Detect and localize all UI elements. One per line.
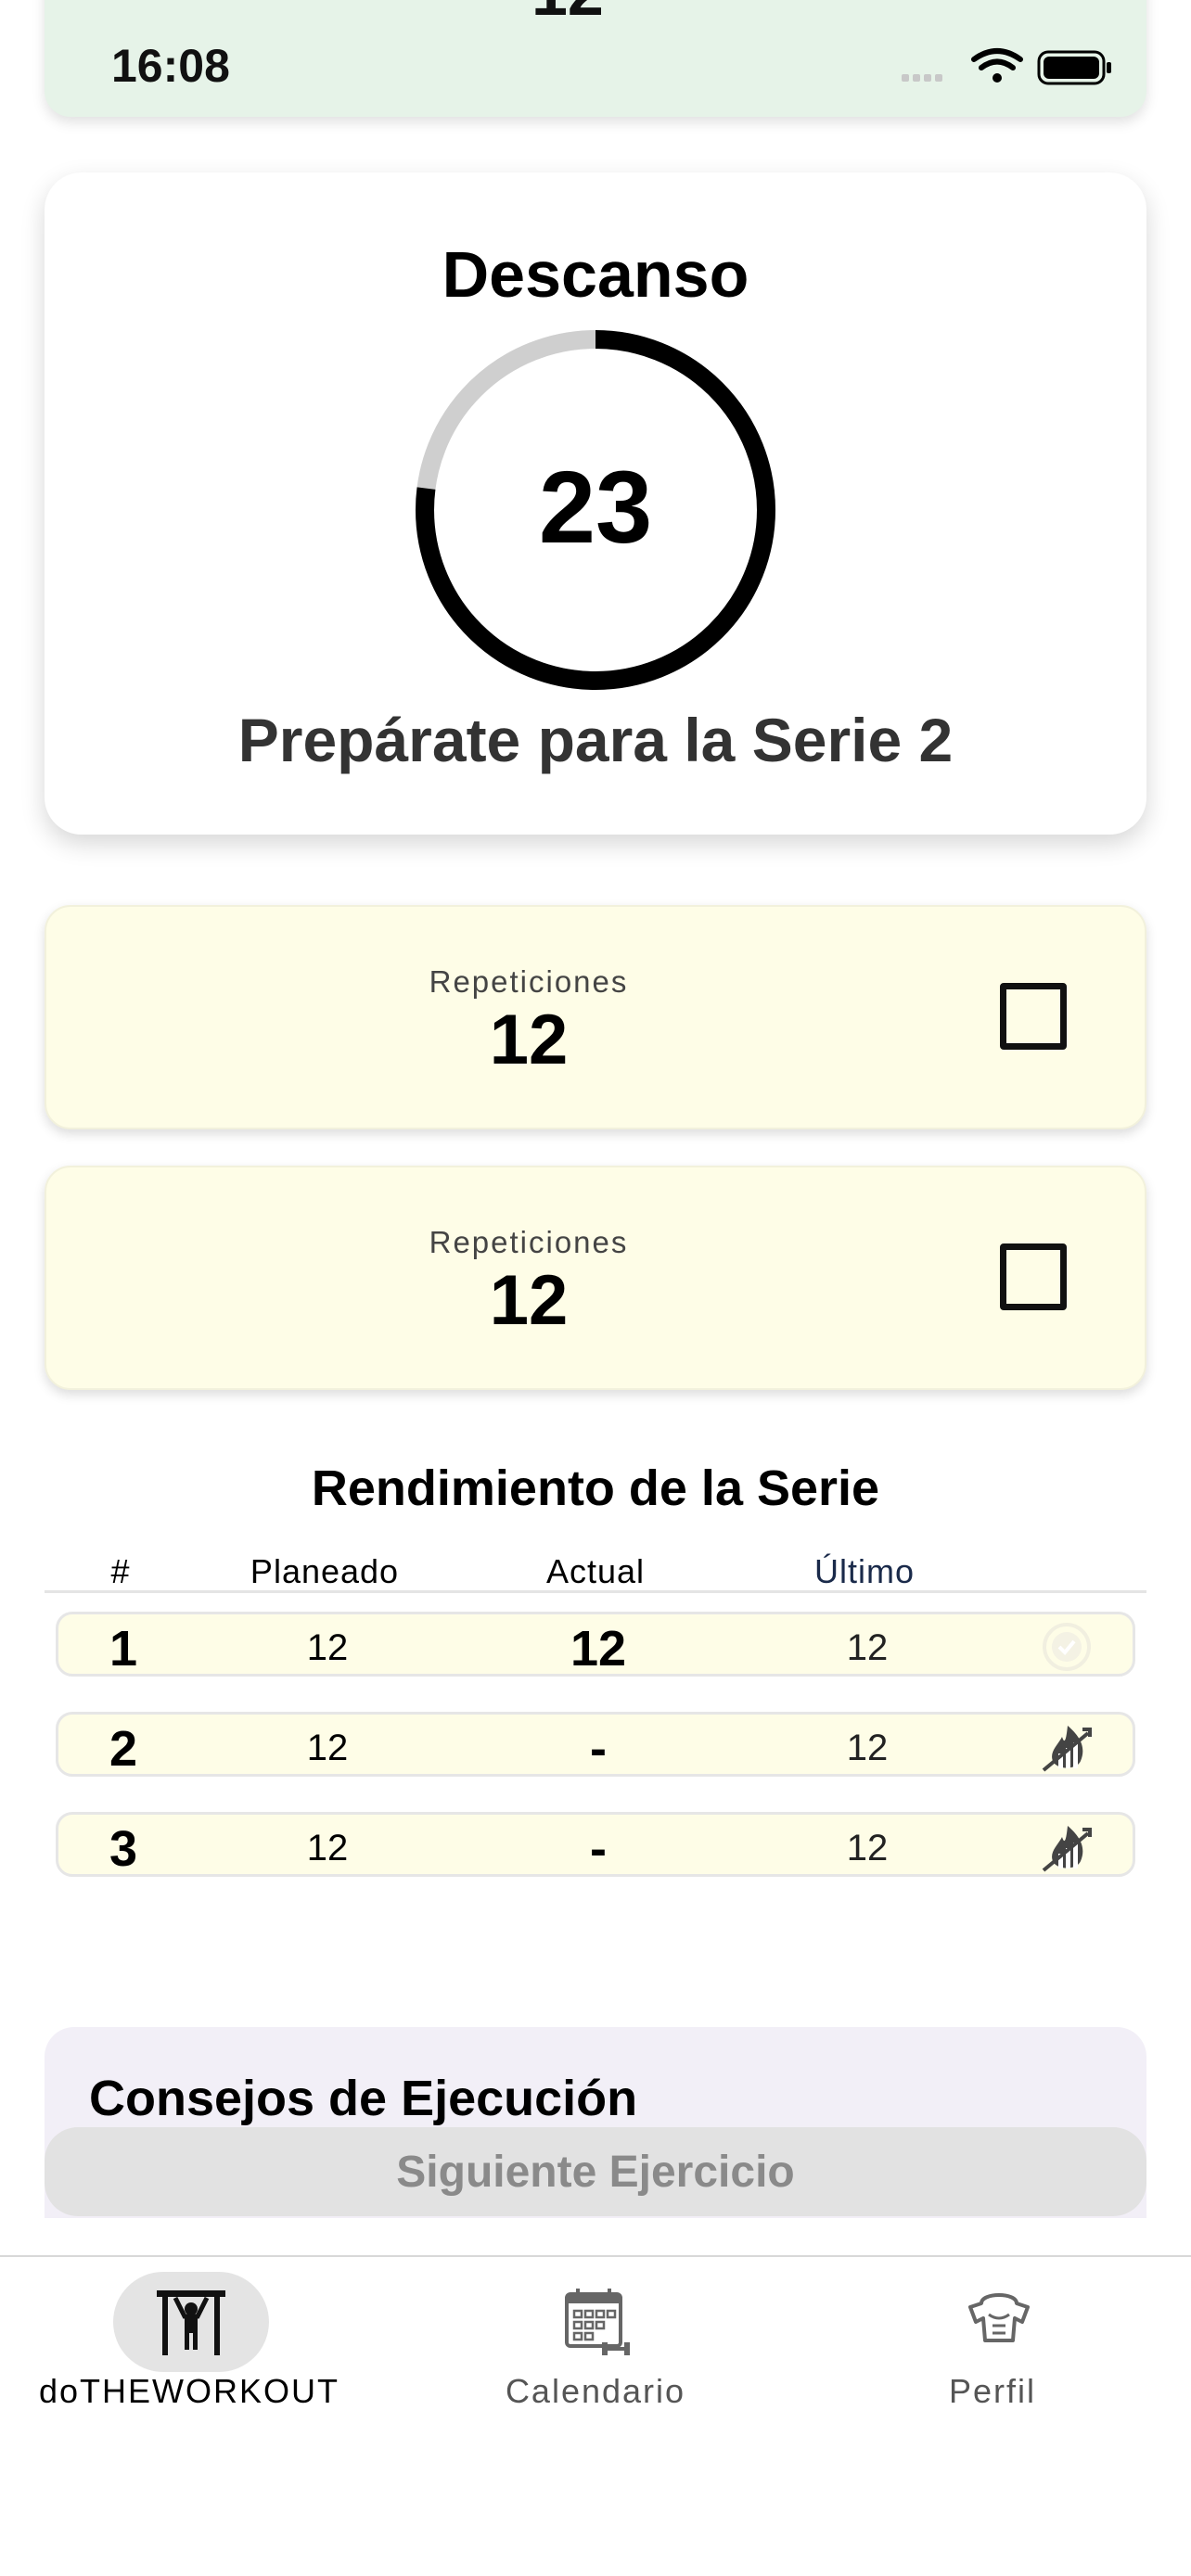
set-card[interactable]: Repeticiones 12 [45,1166,1146,1390]
header-num: # [110,1552,131,1590]
muscle-torso-icon [968,2293,1030,2342]
flame-chart-icon [1042,1826,1092,1872]
performance-table-header: # Planeado Actual Último [45,1547,1146,1593]
set-label: Repeticiones [429,964,629,999]
row-actual: - [590,1721,607,1777]
set-card[interactable]: Repeticiones 12 [45,905,1146,1129]
scroll-mask [0,2218,1191,2255]
rest-subtitle: Prepárate para la Serie 2 [237,706,954,774]
flame-chart-icon [1042,1726,1092,1772]
row-planned: 12 [306,1828,349,1868]
row-num: 2 [109,1721,138,1777]
header-actual: Actual [545,1552,646,1590]
tips-title: Consejos de Ejecución [89,2071,638,2126]
row-num: 1 [109,1621,138,1677]
battery-icon [1037,50,1111,85]
tab-label: doTHEWORKOUT [38,2372,340,2410]
table-row: 1 12 12 12 [56,1612,1135,1677]
row-planned: 12 [306,1728,349,1768]
set-complete-checkbox[interactable] [1000,983,1067,1050]
row-last: 12 [846,1828,889,1868]
signal-dots-icon [902,74,942,82]
pullup-bar-icon [157,2290,225,2355]
set-complete-checkbox[interactable] [1000,1243,1067,1310]
set-reps-value: 12 [489,1001,569,1079]
calendar-dumbbell-icon [565,2289,630,2355]
tab-calendar[interactable]: Calendario [397,2257,794,2442]
table-row: 2 12 - 12 [56,1712,1135,1777]
bottom-tab-bar: doTHEWORKOUT Calendario Perfil [0,2255,1191,2576]
row-num: 3 [109,1821,138,1877]
wifi-icon [971,48,1023,70]
row-last: 12 [846,1627,889,1668]
set-label: Repeticiones [429,1225,629,1259]
rest-countdown: 23 [538,451,653,565]
previous-set-reps: 12 [531,0,604,30]
performance-title: Rendimiento de la Serie [311,1460,880,1516]
tab-label: Perfil [948,2372,1037,2410]
row-last: 12 [846,1728,889,1768]
rest-timer-card: Descanso 23 Prepárate para la Serie 2 [45,172,1146,835]
status-bar-icons [902,48,1111,85]
status-bar-time: 16:08 [111,40,230,92]
tab-profile[interactable]: Perfil [794,2257,1191,2442]
header-planned: Planeado [250,1552,400,1590]
row-actual: - [590,1821,607,1877]
table-row: 3 12 - 12 [56,1812,1135,1877]
row-actual: 12 [570,1621,627,1677]
check-circle-icon [1043,1623,1091,1671]
row-planned: 12 [306,1627,349,1668]
tab-workout[interactable]: doTHEWORKOUT [0,2257,397,2442]
rest-title: Descanso [442,238,749,311]
tab-label: Calendario [505,2372,686,2410]
set-reps-value: 12 [489,1261,569,1340]
next-exercise-button[interactable]: Siguiente Ejercicio [45,2127,1146,2216]
header-last: Último [813,1552,916,1590]
